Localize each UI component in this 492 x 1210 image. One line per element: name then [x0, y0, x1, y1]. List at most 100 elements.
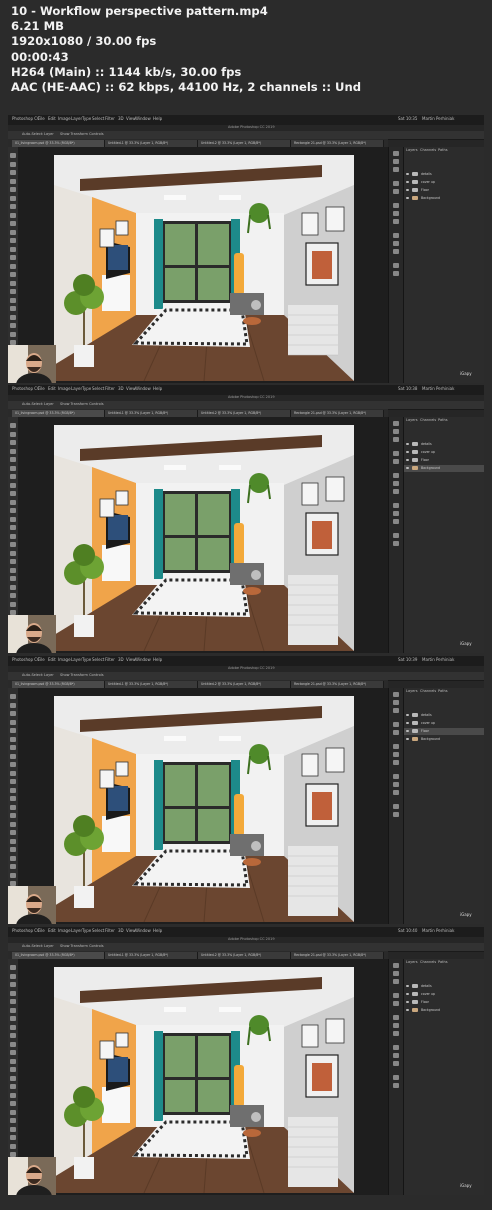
document-tab[interactable]: Untitled-1 @ 33.3% (Layer 1, RGB/8*) [105, 952, 198, 959]
menu-item[interactable]: Select [92, 116, 104, 122]
tool-icon[interactable] [10, 1033, 16, 1038]
tool-icon[interactable] [10, 965, 16, 970]
panel-icon[interactable] [393, 451, 399, 456]
menu-item[interactable]: Window [135, 657, 151, 663]
tool-icon[interactable] [10, 973, 16, 979]
document-tab[interactable]: Untitled-2 @ 33.3% (Layer 1, RGB/8*) [198, 140, 291, 147]
tool-icon[interactable] [10, 170, 16, 175]
menu-item[interactable]: Edit [48, 657, 56, 663]
tool-icon[interactable] [10, 567, 16, 573]
menu-item[interactable]: Filter [105, 116, 115, 122]
tool-icon[interactable] [10, 838, 16, 844]
tool-icon[interactable] [10, 855, 16, 861]
show-transform-checkbox[interactable]: Show Transform Controls [60, 402, 104, 406]
menu-item[interactable]: Select [92, 386, 104, 392]
tool-icon[interactable] [10, 576, 16, 581]
tool-icon[interactable] [10, 864, 16, 869]
tool-icon[interactable] [10, 1126, 16, 1132]
layer-row[interactable]: Background [404, 195, 484, 202]
layer-row[interactable]: details [404, 171, 484, 178]
eye-icon[interactable] [406, 451, 409, 453]
menu-item[interactable]: Window [135, 928, 151, 934]
tool-icon[interactable] [10, 212, 16, 218]
eye-icon[interactable] [406, 985, 409, 987]
menu-item[interactable]: Type [82, 657, 91, 663]
tool-icon[interactable] [10, 516, 16, 522]
layer-row[interactable]: cover up [404, 991, 484, 998]
tool-icon[interactable] [10, 728, 16, 733]
tool-icon[interactable] [10, 289, 16, 294]
panel-icon[interactable] [393, 437, 399, 442]
tool-icon[interactable] [10, 753, 16, 759]
panel-icon[interactable] [393, 263, 399, 268]
tool-icon[interactable] [10, 762, 16, 767]
menu-item[interactable]: Image [58, 657, 71, 663]
tab-channels[interactable]: Channels [420, 689, 436, 693]
menu-item[interactable]: File [38, 928, 45, 934]
tool-icon[interactable] [10, 153, 16, 158]
tool-icon[interactable] [10, 1024, 16, 1030]
panel-icon[interactable] [393, 167, 399, 172]
panel-icon[interactable] [393, 1075, 399, 1080]
layer-select[interactable]: Layer [44, 944, 54, 948]
menu-item[interactable]: Layer [71, 386, 82, 392]
menu-item[interactable]: Layer [71, 928, 82, 934]
menu-item[interactable]: Layer [71, 657, 82, 663]
panel-icon[interactable] [393, 804, 399, 809]
menu-item[interactable]: Help [153, 386, 162, 392]
tool-icon[interactable] [10, 423, 16, 428]
tool-icon[interactable] [10, 187, 16, 192]
panel-icon[interactable] [393, 730, 399, 735]
tab-paths[interactable]: Paths [438, 148, 448, 152]
panel-icon[interactable] [393, 812, 399, 817]
menu-item[interactable]: 3D [118, 386, 124, 392]
tool-icon[interactable] [10, 1007, 16, 1013]
layer-select[interactable]: Layer [44, 673, 54, 677]
menu-item[interactable]: Edit [48, 116, 56, 122]
panel-icon[interactable] [393, 151, 399, 156]
canvas[interactable] [54, 696, 354, 922]
layer-row[interactable]: Floor [404, 999, 484, 1006]
panel-icon[interactable] [393, 249, 399, 254]
eye-icon[interactable] [406, 467, 409, 469]
menu-item[interactable]: Window [135, 116, 151, 122]
menu-item[interactable]: Photoshop CC [12, 386, 40, 392]
tab-layers[interactable]: Layers [406, 148, 418, 152]
tab-paths[interactable]: Paths [438, 960, 448, 964]
menu-item[interactable]: Filter [105, 657, 115, 663]
panel-icon[interactable] [393, 473, 399, 478]
document-tab[interactable]: Rectangle 21.psd @ 33.3% (Layer 1, RGB/8… [291, 140, 384, 147]
tool-icon[interactable] [10, 796, 16, 801]
menu-item[interactable]: Window [135, 386, 151, 392]
layer-row[interactable]: cover up [404, 179, 484, 186]
tool-icon[interactable] [10, 813, 16, 818]
panel-icon[interactable] [393, 1031, 399, 1036]
tool-icon[interactable] [10, 246, 16, 252]
menu-item[interactable]: File [38, 116, 45, 122]
tool-icon[interactable] [10, 990, 16, 996]
tool-icon[interactable] [10, 736, 16, 742]
menu-item[interactable]: Photoshop CC [12, 116, 40, 122]
panel-icon[interactable] [393, 1045, 399, 1050]
tool-icon[interactable] [10, 1135, 16, 1140]
tool-icon[interactable] [10, 229, 16, 235]
panel-icon[interactable] [393, 541, 399, 546]
tool-icon[interactable] [10, 457, 16, 462]
tool-icon[interactable] [10, 559, 16, 564]
tab-channels[interactable]: Channels [420, 148, 436, 152]
tool-icon[interactable] [10, 1118, 16, 1123]
menu-item[interactable]: File [38, 386, 45, 392]
layer-row[interactable]: details [404, 712, 484, 719]
tool-icon[interactable] [10, 550, 16, 556]
menu-item[interactable]: Help [153, 928, 162, 934]
panel-icon[interactable] [393, 790, 399, 795]
document-tab[interactable]: Untitled-1 @ 33.3% (Layer 1, RGB/8*) [105, 140, 198, 147]
panel-icon[interactable] [393, 181, 399, 186]
tool-icon[interactable] [10, 1041, 16, 1047]
panel-icon[interactable] [393, 241, 399, 246]
tool-icon[interactable] [10, 448, 16, 454]
panel-icon[interactable] [393, 963, 399, 968]
tool-icon[interactable] [10, 584, 16, 590]
tool-icon[interactable] [10, 323, 16, 328]
menu-item[interactable]: Image [58, 386, 71, 392]
